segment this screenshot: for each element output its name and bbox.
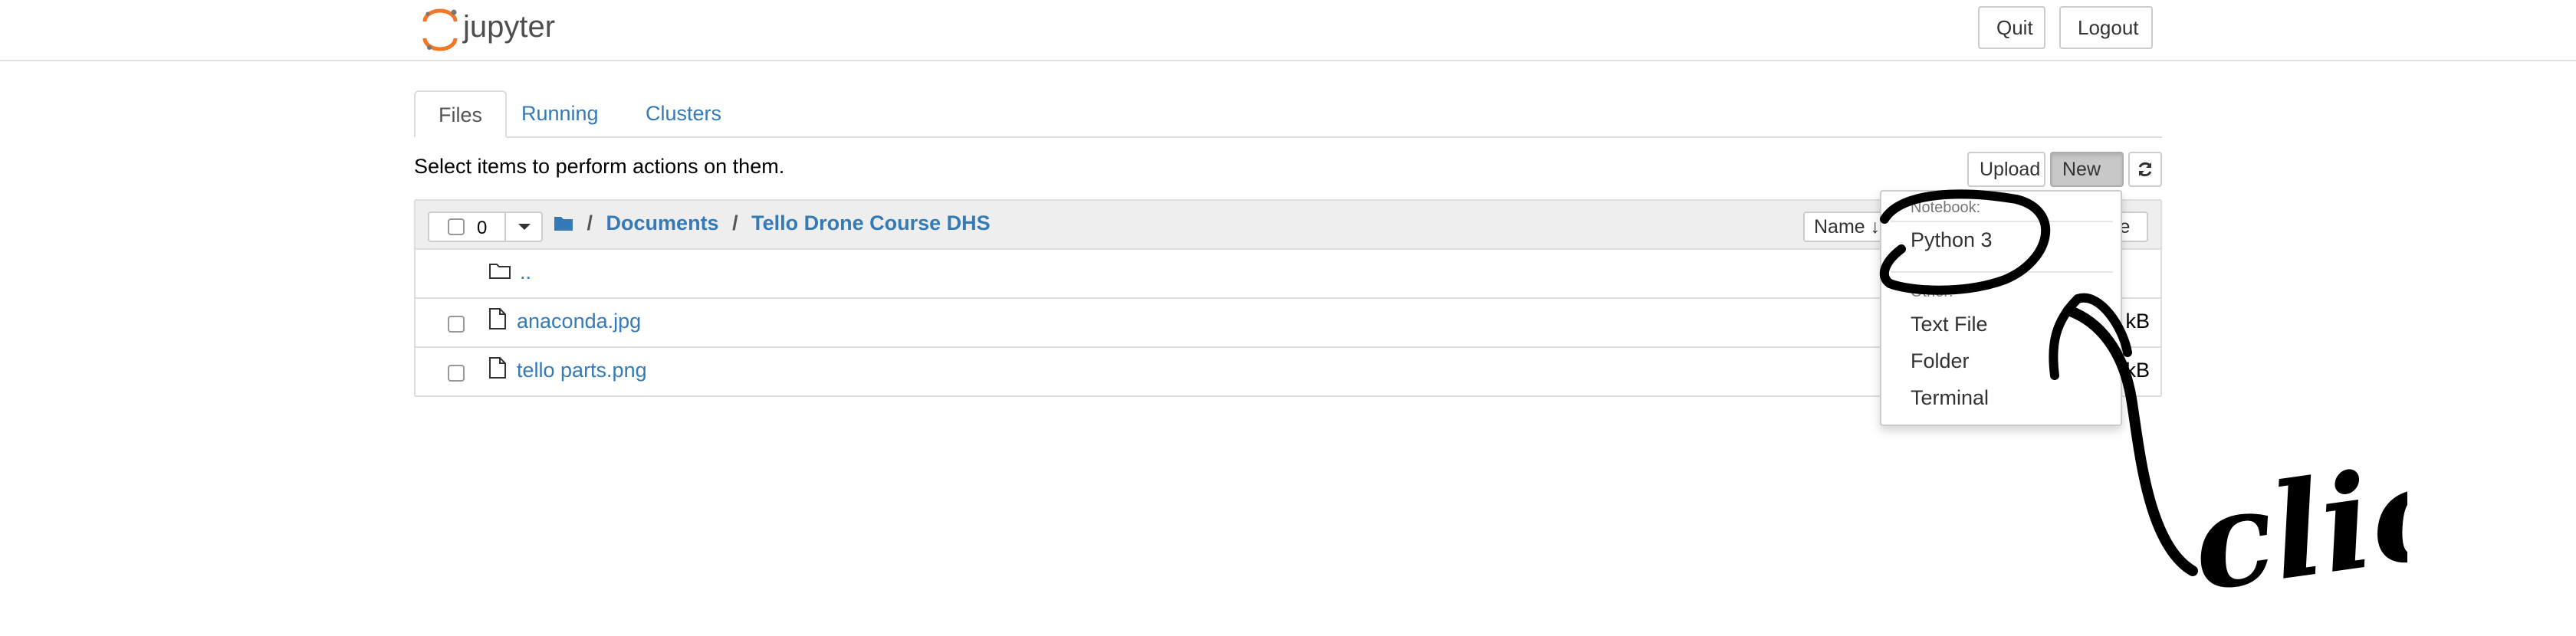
- breadcrumb-separator: /: [732, 211, 738, 234]
- select-all-checkbox[interactable]: [448, 218, 465, 235]
- sort-name-label: Name: [1814, 216, 1865, 238]
- item-size: kB: [2125, 359, 2150, 382]
- new-dropdown-menu: Notebook: Python 3 Other: Text File Fold…: [1880, 190, 2122, 426]
- item-name[interactable]: ..: [520, 261, 531, 284]
- menu-item-python3[interactable]: Python 3: [1911, 228, 1993, 252]
- folder-icon: [489, 264, 511, 279]
- arrow-down-icon: ↓: [1870, 216, 1881, 238]
- header: jupyter Quit Logout: [0, 0, 2576, 61]
- menu-divider: [1891, 221, 2113, 222]
- menu-divider: [1891, 271, 2113, 273]
- tab-running[interactable]: Running: [498, 90, 622, 136]
- item-size: kB: [2125, 310, 2150, 333]
- file-icon: [489, 308, 506, 329]
- annotation-text: click: [2183, 421, 2407, 621]
- select-dropdown-button[interactable]: [504, 213, 543, 241]
- select-all-group[interactable]: 0: [428, 211, 543, 242]
- logout-button[interactable]: Logout: [2059, 6, 2153, 49]
- menu-item-folder[interactable]: Folder: [1911, 349, 1970, 373]
- tab-clusters[interactable]: Clusters: [623, 90, 744, 136]
- file-icon: [489, 357, 506, 379]
- breadcrumb-separator: /: [586, 211, 593, 234]
- upload-button[interactable]: Upload: [1967, 152, 2045, 187]
- item-checkbox[interactable]: [448, 365, 465, 382]
- breadcrumb: / Documents / Tello Drone Course DHS: [554, 211, 991, 235]
- folder-icon[interactable]: [554, 215, 573, 231]
- selected-count: 0: [477, 218, 488, 238]
- breadcrumb-documents[interactable]: Documents: [606, 211, 719, 234]
- item-name[interactable]: tello parts.png: [517, 359, 647, 382]
- jupyter-logo[interactable]: jupyter: [420, 5, 589, 54]
- item-checkbox[interactable]: [448, 316, 465, 333]
- menu-header-other: Other:: [1911, 284, 1953, 300]
- instructions-text: Select items to perform actions on them.: [414, 155, 785, 178]
- tab-files[interactable]: Files: [414, 90, 508, 138]
- menu-item-text-file[interactable]: Text File: [1911, 313, 1988, 336]
- tab-bar: Files Running Clusters: [414, 90, 2162, 138]
- new-button-label: New: [2062, 159, 2101, 180]
- logo-text: jupyter: [462, 10, 555, 44]
- caret-down-icon: [518, 224, 531, 230]
- item-name[interactable]: anaconda.jpg: [517, 310, 641, 333]
- quit-button[interactable]: Quit: [1978, 6, 2045, 49]
- refresh-icon: [2138, 162, 2152, 177]
- new-button[interactable]: New: [2050, 152, 2124, 205]
- menu-item-terminal[interactable]: Terminal: [1911, 386, 1989, 410]
- refresh-button[interactable]: [2128, 152, 2162, 187]
- breadcrumb-current-folder[interactable]: Tello Drone Course DHS: [751, 211, 991, 234]
- menu-header-notebook: Notebook:: [1911, 199, 1981, 216]
- sort-by-name-button[interactable]: Name ↓: [1803, 211, 1891, 242]
